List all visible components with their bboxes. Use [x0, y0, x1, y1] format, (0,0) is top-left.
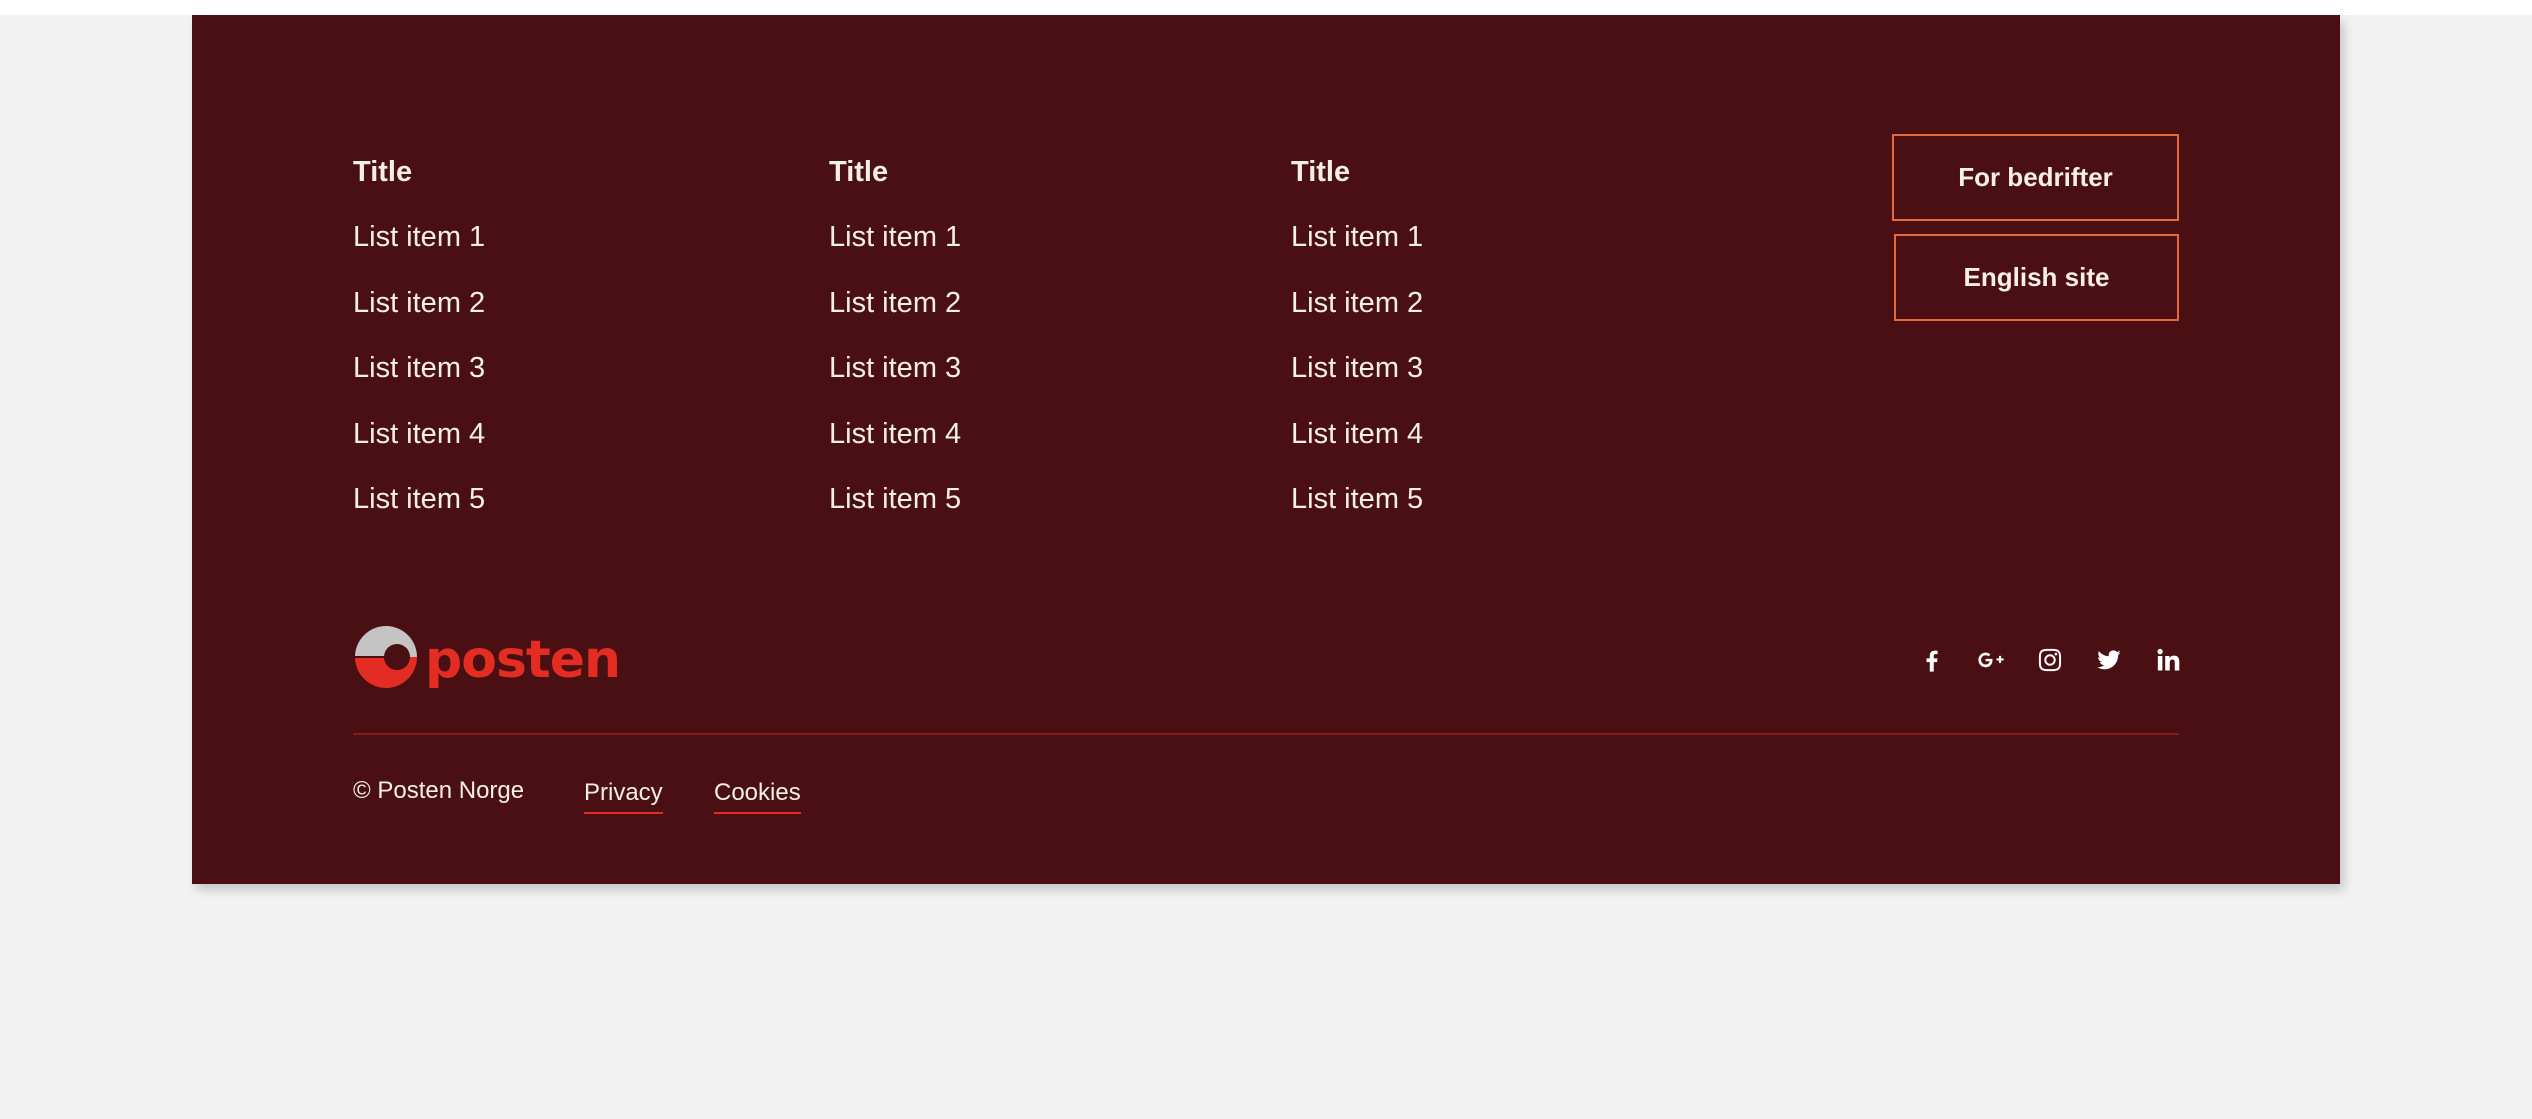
cookies-link[interactable]: Cookies — [714, 779, 801, 814]
footer-link[interactable]: List item 4 — [829, 402, 961, 468]
footer-link[interactable]: List item 3 — [1291, 336, 1423, 402]
footer-link[interactable]: List item 2 — [829, 271, 961, 337]
footer-link[interactable]: List item 5 — [353, 467, 485, 533]
linkedin-icon[interactable] — [2138, 642, 2197, 678]
english-site-button[interactable]: English site — [1894, 234, 2179, 321]
footer-column-2: Title List item 1 List item 2 List item … — [829, 139, 961, 533]
posten-wordmark: posten — [425, 630, 621, 690]
footer-column-title: Title — [353, 156, 413, 188]
footer-link[interactable]: List item 4 — [1291, 402, 1423, 468]
footer-link[interactable]: List item 5 — [1291, 467, 1423, 533]
copyright-text: © Posten Norge — [353, 777, 525, 804]
posten-logo[interactable]: posten — [353, 624, 621, 690]
footer-column-title: Title — [829, 156, 889, 188]
site-footer: Title List item 1 List item 2 List item … — [192, 15, 2340, 884]
footer-link[interactable]: List item 5 — [829, 467, 961, 533]
google-plus-icon[interactable] — [1961, 642, 2020, 678]
footer-link[interactable]: List item 3 — [353, 336, 485, 402]
top-strip — [0, 0, 2532, 15]
footer-link[interactable]: List item 4 — [353, 402, 485, 468]
footer-column-title: Title — [1291, 156, 1351, 188]
privacy-link[interactable]: Privacy — [584, 779, 663, 814]
footer-link[interactable]: List item 2 — [353, 271, 485, 337]
footer-link[interactable]: List item 2 — [1291, 271, 1423, 337]
posten-logo-mark-icon — [355, 626, 417, 688]
twitter-icon[interactable] — [2079, 642, 2138, 678]
footer-link[interactable]: List item 3 — [829, 336, 961, 402]
instagram-icon[interactable] — [2020, 642, 2079, 678]
footer-link[interactable]: List item 1 — [353, 205, 485, 271]
footer-divider — [353, 733, 2179, 735]
for-business-button[interactable]: For bedrifter — [1892, 134, 2179, 221]
facebook-icon[interactable] — [1902, 642, 1961, 678]
social-links — [1902, 642, 2197, 678]
footer-link[interactable]: List item 1 — [1291, 205, 1423, 271]
footer-column-1: Title List item 1 List item 2 List item … — [353, 139, 485, 533]
footer-column-3: Title List item 1 List item 2 List item … — [1291, 139, 1423, 533]
footer-link[interactable]: List item 1 — [829, 205, 961, 271]
